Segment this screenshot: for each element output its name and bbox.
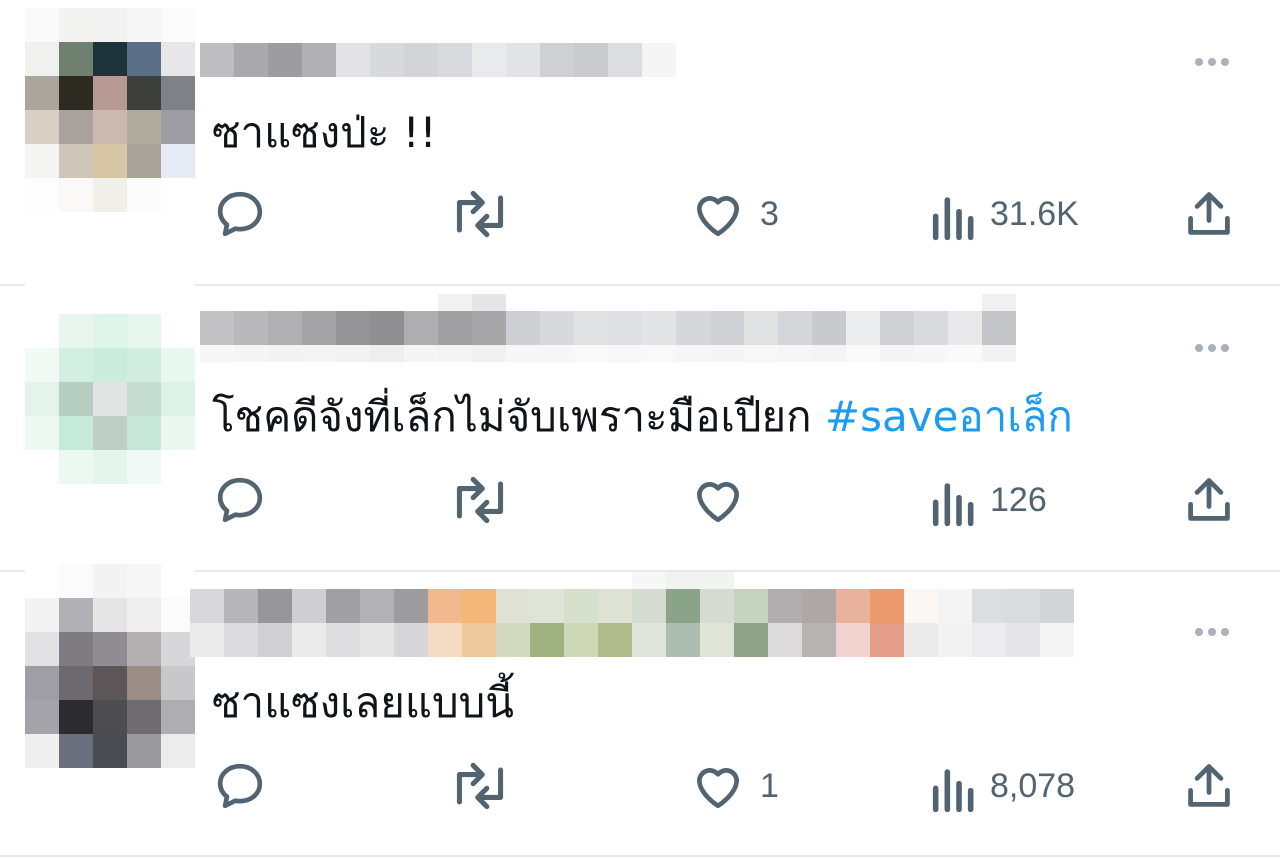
share-button[interactable] (1183, 756, 1235, 816)
heart-outline-icon (697, 482, 739, 523)
tweet-divider (0, 855, 1280, 857)
more-options-icon[interactable] (1195, 622, 1229, 642)
views-count: 31.6K (990, 194, 1079, 233)
hashtag-link[interactable]: #saveอาเล็ก (825, 392, 1073, 441)
username-blurred[interactable] (190, 572, 1074, 657)
reply-tweet[interactable]: ซาแซงป่ะ !! 3 31.6K (0, 0, 1280, 285)
like-count: 1 (760, 766, 779, 805)
action-bar: 1 8,078 (0, 756, 1280, 816)
share-button[interactable] (1183, 470, 1235, 530)
tweet-body: ซาแซงเลยแบบนี้ (212, 678, 514, 727)
share-button[interactable] (1183, 184, 1235, 244)
views-count: 126 (990, 480, 1047, 519)
views-button[interactable]: 31.6K (928, 184, 1079, 244)
tweet-body: โชคดีจังที่เล็กไม่จับเพราะมือเปียก (212, 392, 825, 441)
reply-tweet[interactable]: ซาแซงเลยแบบนี้ 1 8,078 (0, 564, 1280, 857)
reply-button[interactable] (212, 470, 268, 530)
retweet-arrows-icon (456, 762, 504, 810)
retweet-arrows-icon (456, 476, 504, 524)
username-blurred[interactable] (200, 294, 1016, 362)
action-bar: 3 31.6K (0, 184, 1280, 244)
retweet-button[interactable] (448, 184, 512, 244)
like-count: 3 (760, 194, 779, 233)
views-count: 8,078 (990, 766, 1076, 805)
username-blurred[interactable] (200, 43, 676, 77)
speech-bubble-icon (217, 191, 263, 237)
tweet-body: ซาแซงป่ะ !! (212, 108, 437, 157)
retweet-button[interactable] (448, 470, 512, 530)
bar-chart-icon (932, 769, 974, 813)
bar-chart-icon (932, 197, 974, 241)
retweet-arrows-icon (456, 190, 504, 238)
more-options-icon[interactable] (1195, 338, 1229, 358)
avatar-blurred[interactable] (25, 564, 195, 768)
avatar-blurred[interactable] (25, 8, 195, 212)
like-button[interactable]: 3 (690, 184, 779, 244)
views-button[interactable]: 8,078 (928, 756, 1075, 816)
upload-arrow-icon (1188, 192, 1230, 235)
bar-chart-icon (932, 483, 974, 527)
reply-button[interactable] (212, 756, 268, 816)
upload-arrow-icon (1188, 764, 1230, 807)
tweet-text: โชคดีจังที่เล็กไม่จับเพราะมือเปียก #save… (212, 392, 1073, 442)
views-button[interactable]: 126 (928, 470, 1047, 530)
reply-button[interactable] (212, 184, 268, 244)
retweet-button[interactable] (448, 756, 512, 816)
like-button[interactable] (690, 470, 760, 530)
speech-bubble-icon (217, 477, 263, 523)
reply-tweet[interactable]: โชคดีจังที่เล็กไม่จับเพราะมือเปียก #save… (0, 280, 1280, 571)
more-options-icon[interactable] (1195, 52, 1229, 72)
heart-outline-icon (697, 196, 739, 237)
action-bar: 126 (0, 470, 1280, 530)
speech-bubble-icon (217, 763, 263, 809)
like-button[interactable]: 1 (690, 756, 779, 816)
tweet-text: ซาแซงเลยแบบนี้ (212, 678, 514, 728)
tweet-text: ซาแซงป่ะ !! (212, 108, 436, 158)
upload-arrow-icon (1188, 478, 1230, 521)
reply-feed: ซาแซงป่ะ !! 3 31.6K โชคดีจังที่เล็กไม่จั… (0, 0, 1280, 859)
heart-outline-icon (697, 768, 739, 809)
avatar-blurred[interactable] (25, 280, 195, 484)
